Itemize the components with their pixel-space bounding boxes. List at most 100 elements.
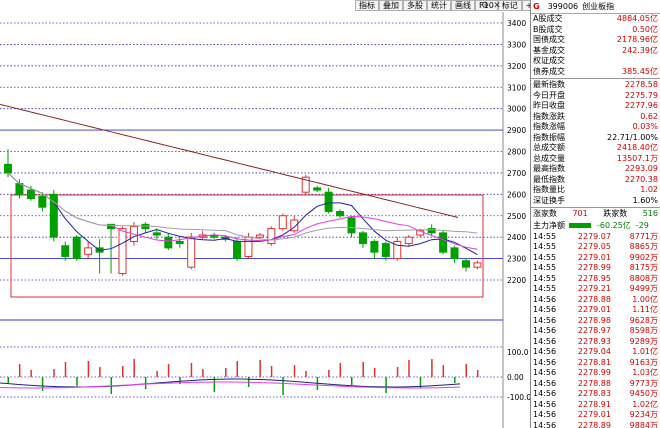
candle-body (4, 163, 12, 174)
macd-bar (225, 368, 227, 377)
turnover-row: 国债成交 2178.96亿 (531, 35, 660, 46)
macd-bar (362, 362, 364, 377)
tick-time: 14:56 (533, 347, 557, 356)
tick-price: 2278.91 (577, 399, 611, 409)
macd-bar (454, 377, 456, 383)
candle-body (381, 243, 390, 257)
macd-bar (41, 377, 44, 391)
price-tick-label: 2800 (507, 148, 526, 157)
index-stat-value: 2293.09 (624, 164, 658, 173)
macd-bar (442, 365, 445, 377)
tick-trades-list[interactable]: 14:55 2279.07 8771万 14:55 2279.05 8865万 14:55 2… (531, 232, 660, 428)
macd-bar (270, 366, 273, 377)
tick-time: 14:55 (533, 242, 557, 251)
tick-trade-row: 14:55 2278.95 8808万 (531, 274, 660, 285)
macd-bar (431, 359, 433, 377)
price-tick-label: 2200 (507, 276, 526, 285)
macd-bar (282, 377, 284, 395)
turnover-row: B股成交 0.50亿 (531, 25, 660, 36)
tick-time: 14:56 (533, 368, 557, 377)
tick-time: 14:55 (533, 252, 557, 262)
tick-price: 2278.81 (577, 357, 611, 367)
tick-price: 2279.01 (577, 410, 611, 419)
tick-price: 2279.01 (577, 305, 611, 314)
up-count-label: 涨家数 (533, 209, 557, 218)
tick-trade-row: 14:56 2278.98 9628万 (531, 316, 660, 327)
index-stat-row: 今日开盘 2275.79 (531, 91, 660, 102)
macd-bar (396, 367, 399, 377)
candle-body (313, 187, 322, 191)
index-stat-label: 指数涨幅 (533, 122, 565, 131)
turnover-value: 242.39亿 (622, 45, 658, 55)
turnover-label: 基金成交 (533, 45, 565, 55)
tick-price: 2278.95 (577, 273, 611, 283)
index-stat-value: 2270.38 (624, 174, 658, 184)
toolbar-btn-stats[interactable]: 统计 (427, 0, 451, 11)
tick-price: 2279.04 (577, 347, 611, 356)
gear-icon[interactable]: ⚙ (480, 1, 490, 11)
tick-time: 14:56 (533, 336, 557, 346)
tick-volume: 9902万 (629, 252, 658, 262)
candle-body (38, 195, 47, 208)
main-net-flow-bar (569, 223, 591, 228)
ma-long-line (0, 103, 459, 218)
kline-chart[interactable]: 3400 3300 3200 3100 3000 2900 2800 2700 2600 2500… (0, 0, 530, 428)
index-stat-value: 13507.1万 (616, 153, 658, 163)
index-stat-value: 2278.58 (624, 80, 658, 89)
price-tick-label: 2500 (507, 212, 526, 221)
close-icon[interactable]: ✕ (492, 1, 502, 11)
candle-body (336, 210, 345, 217)
candle-body (61, 245, 70, 257)
tick-volume: 9499万 (629, 284, 658, 293)
index-stat-row: 指数振幅 22.71/1.00% (531, 133, 660, 144)
turnover-row: 债券成交 385.45亿 (531, 67, 660, 78)
macd-bar (133, 359, 135, 377)
candle-body (278, 215, 287, 230)
indicator-tick-label: -100.00 (507, 393, 530, 402)
tick-volume: 9163万 (629, 357, 658, 367)
tick-time: 14:56 (533, 305, 557, 314)
tick-trade-row: 14:56 2278.83 9450万 (531, 389, 660, 400)
tick-time: 14:55 (533, 284, 557, 293)
index-stat-value: 2275.79 (624, 90, 658, 100)
candle-body (72, 236, 81, 260)
panel-header: G 399006 创业板指 (531, 0, 660, 14)
tick-volume: 8865万 (629, 242, 658, 251)
candle-body (255, 234, 264, 238)
macd-bar (18, 364, 21, 377)
macd-bar (373, 368, 376, 377)
tick-trade-row: 14:56 2278.97 8598万 (531, 326, 660, 337)
index-stat-label: 最新指数 (533, 80, 565, 89)
tick-price: 2278.88 (577, 378, 611, 388)
toolbar-btn-overlay[interactable]: 叠加 (379, 0, 403, 11)
index-code: 399006 (547, 2, 579, 11)
main-net-flow-value2: -29 (635, 221, 649, 230)
index-stat-row: 深证换手 1.60% (531, 196, 660, 207)
tick-price: 2278.98 (577, 315, 611, 325)
tick-time: 14:56 (533, 378, 557, 388)
index-stat-label: 指数涨跌 (533, 111, 565, 121)
index-stat-row: 最新指数 2278.58 (531, 80, 660, 91)
kline-chart-area[interactable]: 3400 3300 3200 3100 3000 2900 2800 2700 2600 2500… (0, 0, 577, 428)
candle-body (450, 247, 459, 260)
candle-body (26, 189, 35, 200)
turnover-value: 4884.05亿 (616, 14, 658, 23)
price-tick-label: 3400 (507, 19, 526, 28)
toolbar-btn-multi[interactable]: 多股 (403, 0, 427, 11)
up-count-value: 701 (572, 209, 588, 218)
tick-volume: 1.02亿 (632, 399, 658, 409)
macd-bar (156, 371, 158, 377)
macd-bar (385, 377, 387, 393)
toolbar-btn-draw[interactable]: 画线 (451, 0, 475, 11)
toolbar-btn-indicator[interactable]: 指标 (355, 0, 379, 11)
tick-time: 14:56 (533, 389, 557, 398)
candle-body (164, 236, 173, 249)
index-stats-section: 最新指数 2278.58 今日开盘 2275.79 昨日收盘 2277.96 指数涨跌 0.6… (531, 80, 660, 206)
candle-body (118, 228, 127, 275)
turnover-value: 0.50亿 (632, 24, 658, 34)
index-stat-label: 今日开盘 (533, 90, 565, 100)
macd-bar (76, 377, 78, 386)
tick-time: 14:56 (533, 410, 557, 419)
macd-bar (122, 366, 124, 377)
tick-price: 2278.99 (577, 368, 611, 377)
